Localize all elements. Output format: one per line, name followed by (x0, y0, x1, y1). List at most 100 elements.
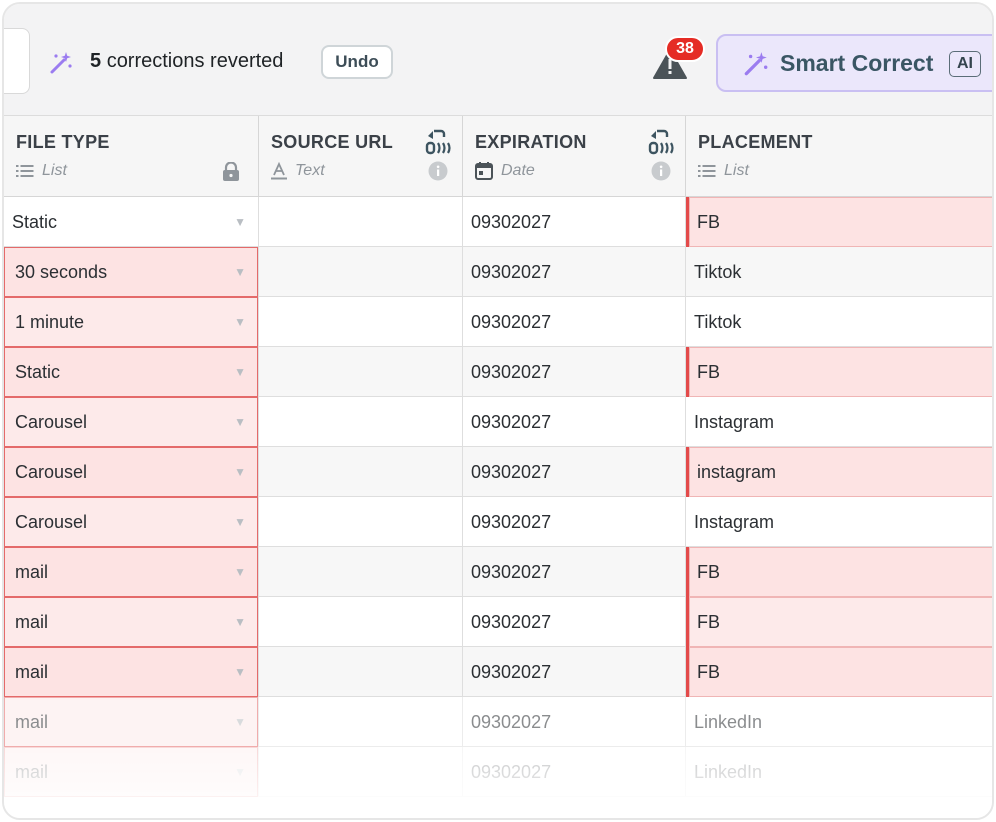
info-icon[interactable] (428, 161, 448, 181)
dropdown-caret-icon[interactable]: ▼ (234, 747, 246, 797)
file-type-cell[interactable]: Carousel ▼ (4, 397, 259, 447)
source-url-cell[interactable] (259, 347, 463, 397)
expiration-cell[interactable]: 09302027 (463, 347, 686, 397)
file-type-cell[interactable]: 1 minute ▼ (4, 297, 259, 347)
column-header-placement[interactable]: PLACEMENT List (686, 116, 992, 197)
expiration-cell[interactable]: 09302027 (463, 547, 686, 597)
expiration-cell[interactable]: 09302027 (463, 397, 686, 447)
table-row: mail ▼ 09302027 FB (4, 597, 992, 647)
file-type-value: mail (15, 762, 49, 782)
dropdown-caret-icon[interactable]: ▼ (234, 647, 246, 697)
source-url-cell[interactable] (259, 447, 463, 497)
table-header: FILE TYPE List SOURCE URL Text EXPIRATIO… (4, 116, 992, 197)
placement-cell[interactable]: instagram (686, 447, 992, 497)
dropdown-caret-icon[interactable]: ▼ (234, 247, 246, 297)
file-type-value: mail (15, 612, 49, 632)
dropdown-caret-icon[interactable]: ▼ (234, 497, 246, 547)
file-type-cell[interactable]: mail ▼ (4, 697, 259, 747)
warning-count-badge: 38 (665, 36, 705, 62)
corrections-text: corrections reverted (106, 50, 284, 72)
placement-cell[interactable]: FB (686, 647, 992, 697)
file-type-value: mail (15, 662, 49, 682)
table-row: Static ▼ 09302027 FB (4, 347, 992, 397)
expiration-cell[interactable]: 09302027 (463, 647, 686, 697)
dropdown-caret-icon[interactable]: ▼ (234, 547, 246, 597)
file-type-cell[interactable]: Carousel ▼ (4, 447, 259, 497)
file-type-cell[interactable]: Carousel ▼ (4, 497, 259, 547)
placement-cell[interactable]: LinkedIn (686, 747, 992, 797)
dropdown-caret-icon[interactable]: ▼ (234, 397, 246, 447)
expiration-cell[interactable]: 09302027 (463, 447, 686, 497)
file-type-value: 1 minute (15, 312, 85, 332)
dropdown-caret-icon[interactable]: ▼ (234, 597, 246, 647)
expiration-cell[interactable]: 09302027 (463, 297, 686, 347)
dropdown-caret-icon[interactable]: ▼ (234, 297, 246, 347)
placement-cell[interactable]: Tiktok (686, 247, 992, 297)
file-type-cell[interactable]: mail ▼ (4, 597, 259, 647)
dropdown-caret-icon[interactable]: ▼ (234, 697, 246, 747)
toolbar-left-control[interactable] (4, 28, 30, 94)
column-type-label: List (42, 162, 67, 179)
placement-cell[interactable]: FB (686, 347, 992, 397)
expiration-cell[interactable]: 09302027 (463, 597, 686, 647)
file-type-value: 30 seconds (15, 262, 108, 282)
source-url-cell[interactable] (259, 397, 463, 447)
column-header-file-type[interactable]: FILE TYPE List (4, 116, 259, 197)
undo-button[interactable]: Undo (321, 45, 393, 79)
file-type-cell[interactable]: Static ▼ (4, 197, 259, 247)
column-type-label: Date (501, 162, 535, 179)
expiration-cell[interactable]: 09302027 (463, 497, 686, 547)
source-url-cell[interactable] (259, 247, 463, 297)
file-type-value: Static (12, 212, 58, 232)
source-url-cell[interactable] (259, 597, 463, 647)
placement-cell[interactable]: FB (686, 197, 992, 247)
source-url-cell[interactable] (259, 197, 463, 247)
column-header-source-url[interactable]: SOURCE URL Text (259, 116, 463, 197)
source-url-cell[interactable] (259, 747, 463, 797)
table-row: Static ▼ 09302027 FB (4, 197, 992, 247)
expiration-cell[interactable]: 09302027 (463, 697, 686, 747)
file-type-cell[interactable]: mail ▼ (4, 647, 259, 697)
table-row: 30 seconds ▼ 09302027 Tiktok (4, 247, 992, 297)
column-type-label: Text (295, 162, 325, 179)
column-header-expiration[interactable]: EXPIRATION Date (463, 116, 686, 197)
column-name: FILE TYPE (16, 132, 110, 152)
source-url-cell[interactable] (259, 547, 463, 597)
placement-cell[interactable]: FB (686, 597, 992, 647)
text-icon (271, 162, 287, 180)
source-url-cell[interactable] (259, 697, 463, 747)
column-name: EXPIRATION (475, 132, 587, 152)
revert-icon[interactable] (647, 128, 675, 156)
expiration-cell[interactable]: 09302027 (463, 747, 686, 797)
expiration-cell[interactable]: 09302027 (463, 197, 686, 247)
table-row: mail ▼ 09302027 FB (4, 547, 992, 597)
placement-cell[interactable]: FB (686, 547, 992, 597)
dropdown-caret-icon[interactable]: ▼ (234, 447, 246, 497)
dropdown-caret-icon[interactable]: ▼ (234, 347, 246, 397)
file-type-value: Carousel (15, 462, 88, 482)
file-type-cell[interactable]: mail ▼ (4, 547, 259, 597)
file-type-cell[interactable]: Static ▼ (4, 347, 259, 397)
placement-cell[interactable]: Instagram (686, 397, 992, 447)
source-url-cell[interactable] (259, 497, 463, 547)
expiration-cell[interactable]: 09302027 (463, 247, 686, 297)
table-row: Carousel ▼ 09302027 Instagram (4, 497, 992, 547)
corrections-reverted-message: 5 corrections reverted (90, 50, 283, 73)
source-url-cell[interactable] (259, 297, 463, 347)
file-type-value: Carousel (15, 412, 88, 432)
placement-cell[interactable]: Instagram (686, 497, 992, 547)
toolbar: 5 corrections reverted Undo 38 Smart Cor… (4, 4, 992, 116)
placement-cell[interactable]: LinkedIn (686, 697, 992, 747)
source-url-cell[interactable] (259, 647, 463, 697)
file-type-cell[interactable]: mail ▼ (4, 747, 259, 797)
column-name: SOURCE URL (271, 132, 394, 152)
info-icon[interactable] (651, 161, 671, 181)
file-type-cell[interactable]: 30 seconds ▼ (4, 247, 259, 297)
file-type-value: Static (15, 362, 61, 382)
column-name: PLACEMENT (698, 132, 813, 152)
placement-cell[interactable]: Tiktok (686, 297, 992, 347)
list-icon (698, 165, 716, 177)
dropdown-caret-icon[interactable]: ▼ (234, 197, 246, 247)
revert-icon[interactable] (424, 128, 452, 156)
column-type: List (16, 162, 67, 180)
